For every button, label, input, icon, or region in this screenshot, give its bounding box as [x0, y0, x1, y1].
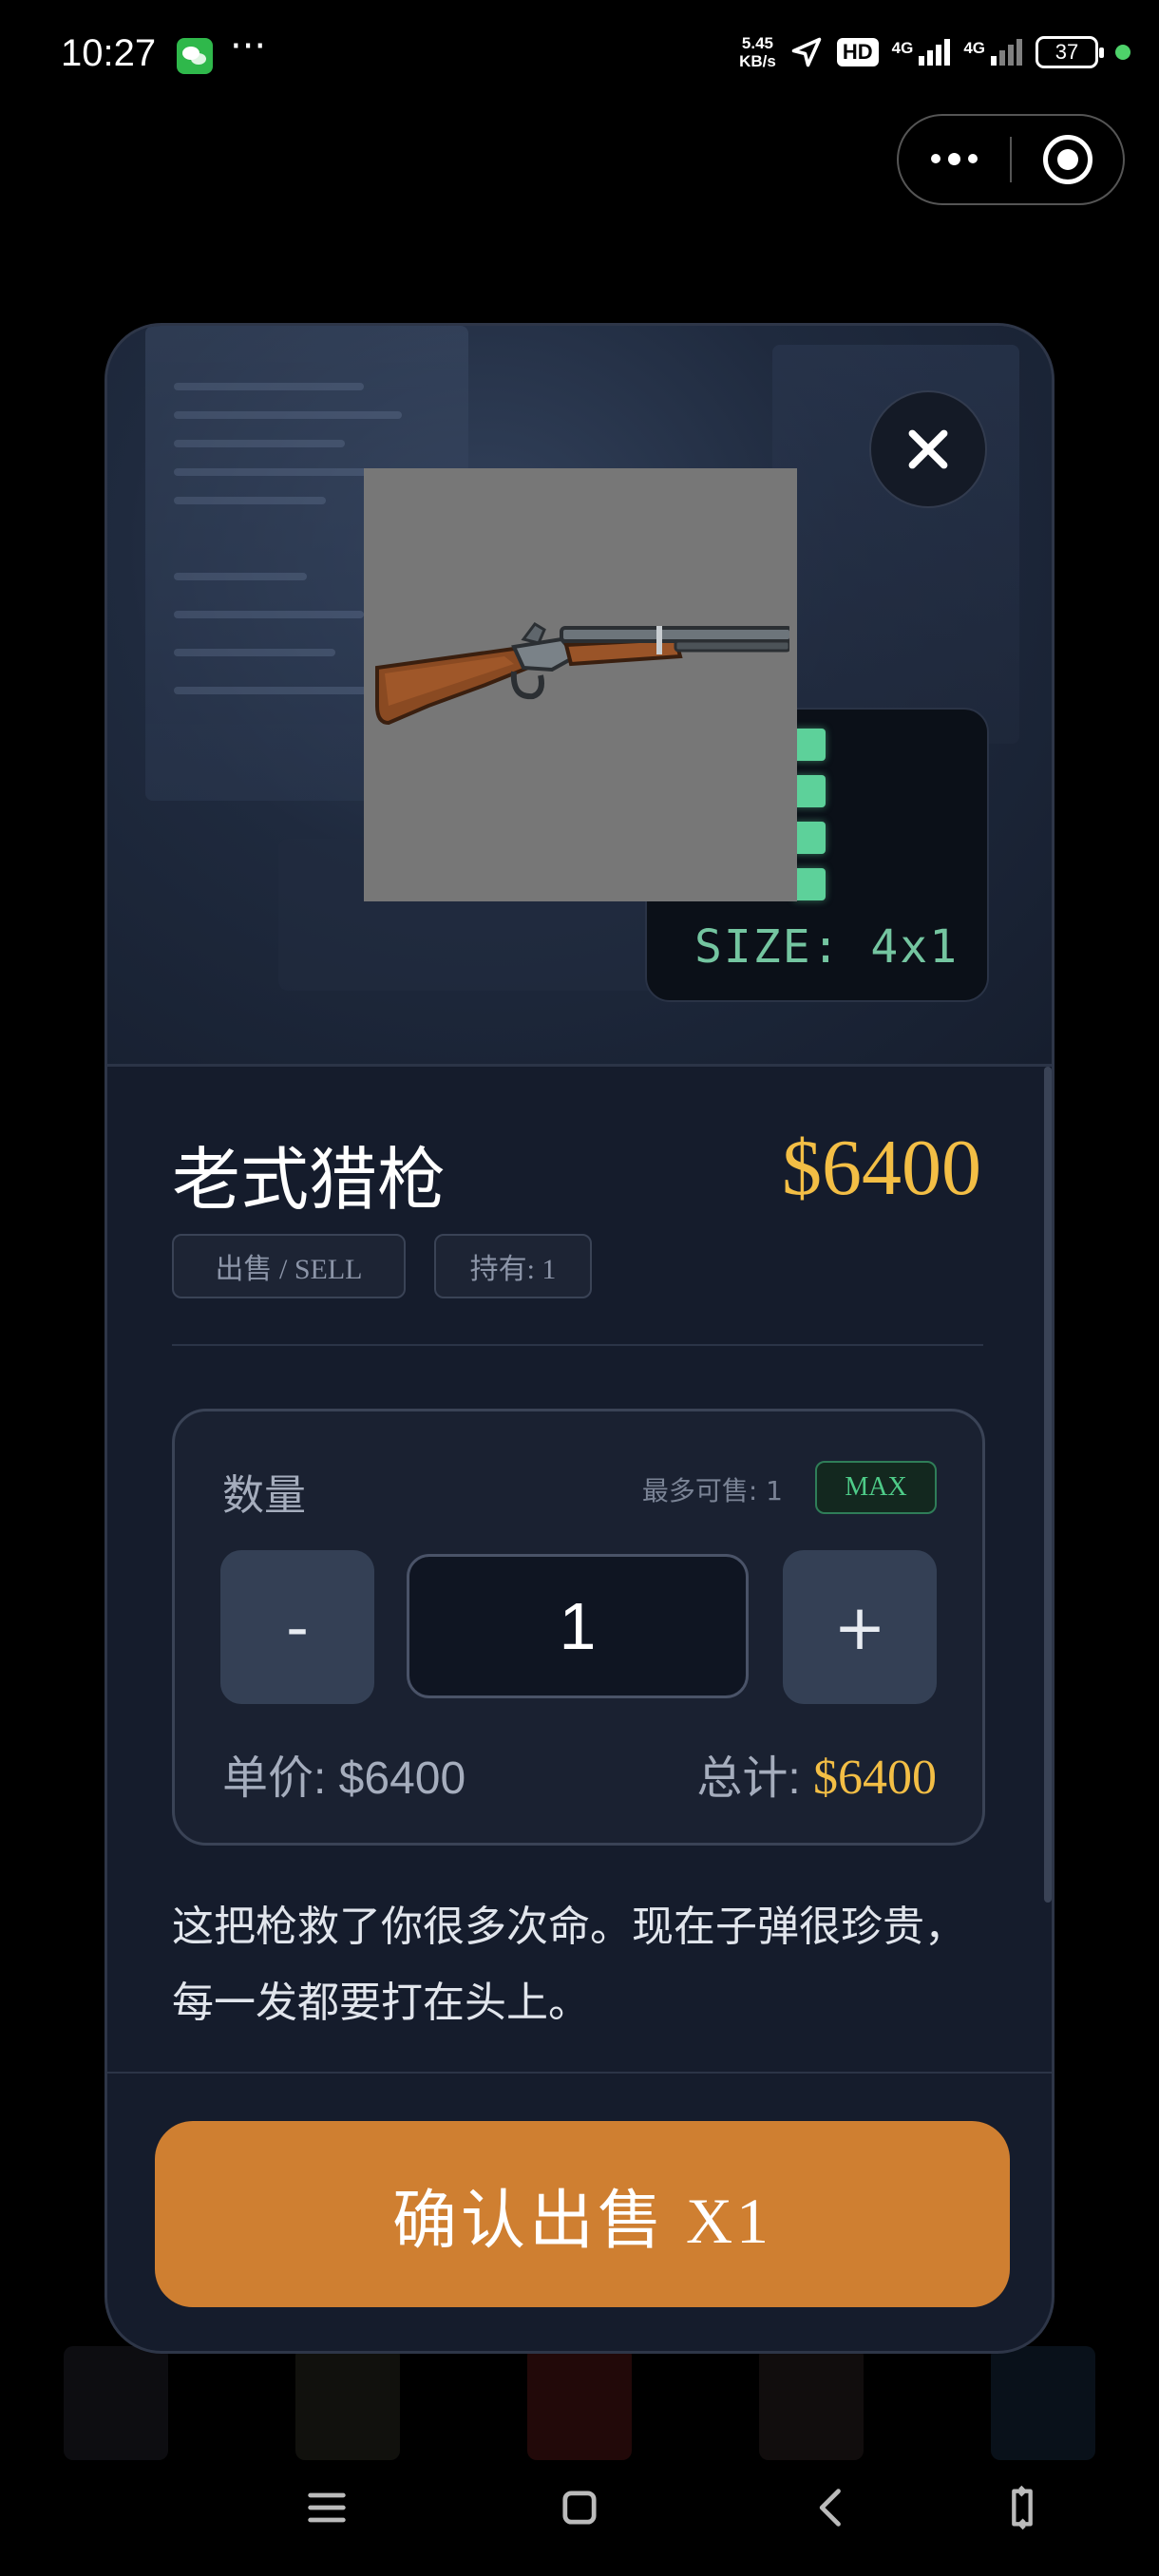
size-cell	[793, 868, 826, 900]
total-label: 总计:	[696, 1753, 813, 1804]
item-name: 老式猎枪	[172, 1143, 446, 1219]
status-bar: 10:27 ··· 5.45 KB/s HD 4G 4G 37	[0, 0, 1159, 114]
max-sellable-info: 最多可售: 1	[641, 1475, 783, 1506]
sell-tag: 出售 / SELL	[172, 1234, 406, 1298]
shotgun-icon	[375, 622, 789, 726]
wechat-icon	[177, 38, 213, 74]
max-button[interactable]: MAX	[815, 1461, 937, 1514]
battery-icon: 37	[1036, 36, 1104, 68]
size-cell	[793, 775, 826, 807]
status-indicators: 5.45 KB/s HD 4G 4G 37	[739, 34, 1130, 70]
more-menu-icon[interactable]	[899, 153, 1010, 165]
increase-button[interactable]: +	[783, 1550, 937, 1704]
signal-icon: 4G	[892, 39, 951, 66]
item-image	[364, 468, 797, 901]
menu-icon	[308, 2492, 346, 2523]
item-price: $6400	[782, 1124, 981, 1212]
menu-nav-button[interactable]	[298, 2479, 355, 2536]
total-price: 总计: $6400	[696, 1740, 937, 1807]
switch-app-nav-button[interactable]	[994, 2479, 1051, 2536]
item-size-label: SIZE: 4x1	[694, 920, 960, 974]
decrease-button[interactable]: -	[220, 1550, 374, 1704]
switch-icon	[1012, 2485, 1033, 2530]
network-type-label: 4G	[891, 39, 914, 57]
confirm-sell-button[interactable]: 确认出售 X1	[155, 2121, 1010, 2307]
signal-icon-2: 4G	[963, 39, 1022, 66]
owned-count-tag: 持有: 1	[434, 1234, 592, 1298]
total-value: $6400	[813, 1751, 937, 1805]
size-cell	[793, 729, 826, 761]
close-icon	[908, 429, 948, 469]
network-speed-unit: KB/s	[739, 52, 776, 70]
size-grid	[793, 729, 826, 900]
network-speed-value: 5.45	[741, 34, 774, 52]
system-nav-bar	[0, 2460, 1159, 2555]
close-miniprogram-icon[interactable]	[1012, 135, 1123, 184]
item-description: 这把枪救了你很多次命。现在子弹很珍贵，每一发都要打在头上。	[172, 1903, 966, 2027]
home-nav-button[interactable]	[551, 2479, 608, 2536]
active-dot-icon	[1115, 45, 1130, 60]
divider	[172, 1344, 983, 1346]
location-arrow-icon	[791, 37, 822, 67]
item-preview-area: SIZE: 4x1	[107, 326, 1052, 1067]
footer-divider	[107, 2072, 1052, 2074]
network-type-label-2: 4G	[963, 39, 985, 57]
close-button[interactable]	[869, 390, 987, 508]
miniprogram-capsule	[897, 114, 1125, 205]
back-nav-button[interactable]	[804, 2479, 861, 2536]
battery-level: 37	[1054, 40, 1079, 64]
status-time: 10:27	[61, 32, 157, 74]
hd-badge: HD	[836, 38, 879, 66]
scrollbar[interactable]	[1044, 1067, 1052, 1903]
network-speed: 5.45 KB/s	[739, 34, 776, 70]
home-icon	[562, 2491, 597, 2525]
unit-price: 单价: $6400	[222, 1753, 466, 1804]
quantity-label: 数量	[222, 1471, 306, 1520]
size-cell	[793, 822, 826, 854]
more-notifications-icon: ···	[230, 25, 267, 68]
quantity-panel: 数量 最多可售: 1 MAX - 1 + 单价: $6400 总计: $6400	[172, 1409, 985, 1846]
sell-dialog: SIZE: 4x1 老式猎枪 $6400 出售 / SELL 持有: 1 数量 …	[104, 323, 1054, 2354]
back-icon	[819, 2489, 841, 2527]
quantity-input[interactable]: 1	[407, 1554, 749, 1698]
